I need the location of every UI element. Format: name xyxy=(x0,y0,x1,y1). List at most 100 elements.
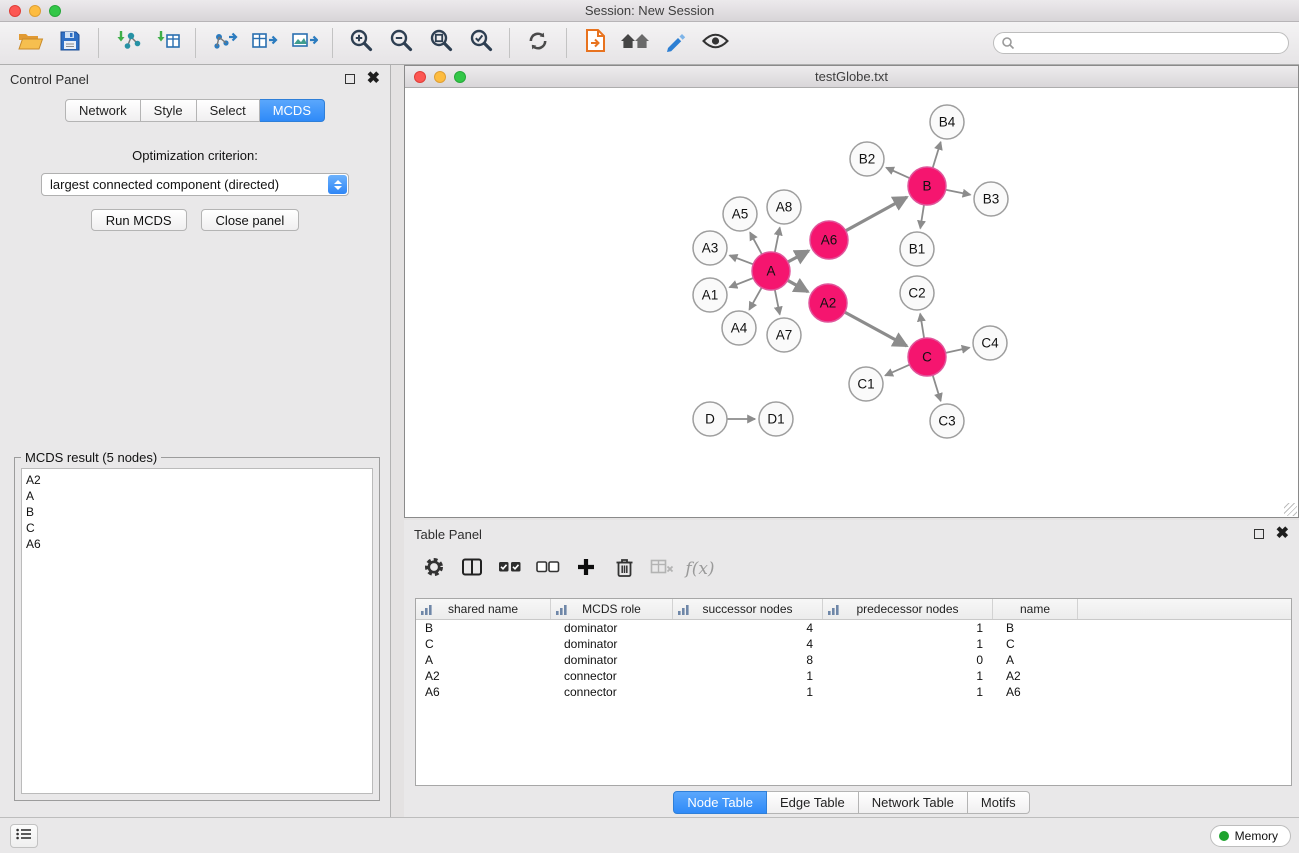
zoom-out-button[interactable] xyxy=(381,25,421,61)
graph-edge-B-B2[interactable] xyxy=(886,168,910,179)
open-session-button[interactable] xyxy=(10,25,50,61)
zoom-selected-button[interactable] xyxy=(461,25,501,61)
open-document-button[interactable] xyxy=(575,25,615,61)
table-row[interactable]: C dominator 4 1 C xyxy=(416,636,1291,652)
graph-node-C2[interactable]: C2 xyxy=(900,276,934,310)
export-image-button[interactable] xyxy=(284,25,324,61)
graph-node-B3[interactable]: B3 xyxy=(974,182,1008,216)
graph-node-C1[interactable]: C1 xyxy=(849,367,883,401)
add-row-button[interactable] xyxy=(570,554,602,584)
list-item[interactable]: C xyxy=(26,520,372,536)
tab-style[interactable]: Style xyxy=(141,99,197,122)
column-header-shared-name[interactable]: shared name xyxy=(416,599,551,619)
network-canvas[interactable]: B4B2BB3A5A8A6B1A3AC2A1A2A4A7C4CC1C3DD1 xyxy=(405,88,1298,517)
column-header-name[interactable]: name xyxy=(993,599,1078,619)
graph-node-B4[interactable]: B4 xyxy=(930,105,964,139)
criterion-dropdown[interactable]: largest connected component (directed) xyxy=(41,173,349,196)
import-network-button[interactable] xyxy=(107,25,147,61)
graph-edge-A-A3[interactable] xyxy=(730,255,754,264)
select-all-button[interactable] xyxy=(494,554,526,584)
delete-table-button[interactable] xyxy=(646,554,678,584)
graph-node-C[interactable]: C xyxy=(908,338,946,376)
graph-node-B2[interactable]: B2 xyxy=(850,142,884,176)
node-table[interactable]: shared name MCDS role successor nodes pr… xyxy=(415,598,1292,786)
graph-node-A[interactable]: A xyxy=(752,252,790,290)
refresh-button[interactable] xyxy=(518,25,558,61)
tab-node-table[interactable]: Node Table xyxy=(673,791,767,814)
tab-network-table[interactable]: Network Table xyxy=(859,791,968,814)
table-row[interactable]: A2 connector 1 1 A2 xyxy=(416,668,1291,684)
graph-node-A5[interactable]: A5 xyxy=(723,197,757,231)
column-header-mcds-role[interactable]: MCDS role xyxy=(551,599,673,619)
run-mcds-button[interactable]: Run MCDS xyxy=(91,209,187,231)
graph-edge-B-B4[interactable] xyxy=(933,142,941,168)
table-row[interactable]: A dominator 8 0 A xyxy=(416,652,1291,668)
tab-select[interactable]: Select xyxy=(197,99,260,122)
column-chooser-button[interactable] xyxy=(456,554,488,584)
graph-edge-B-B1[interactable] xyxy=(920,205,924,229)
graph-node-D1[interactable]: D1 xyxy=(759,402,793,436)
close-panel-button[interactable]: Close panel xyxy=(201,209,300,231)
graph-edge-A-A4[interactable] xyxy=(749,288,761,310)
graph-node-A6[interactable]: A6 xyxy=(810,221,848,259)
function-builder-button[interactable]: f(x) xyxy=(684,554,716,584)
export-network-button[interactable] xyxy=(204,25,244,61)
graph-node-A8[interactable]: A8 xyxy=(767,190,801,224)
graph-edge-C-C4[interactable] xyxy=(946,348,970,353)
close-table-panel-icon[interactable]: ✖ xyxy=(1276,529,1289,539)
graph-edge-A-A1[interactable] xyxy=(730,278,754,287)
list-item[interactable]: A xyxy=(26,488,372,504)
graph-node-C4[interactable]: C4 xyxy=(973,326,1007,360)
graph-edge-A-A6[interactable] xyxy=(788,251,809,262)
tab-motifs[interactable]: Motifs xyxy=(968,791,1030,814)
graph-node-A4[interactable]: A4 xyxy=(722,311,756,345)
delete-row-button[interactable] xyxy=(608,554,640,584)
graph-edge-A-A2[interactable] xyxy=(788,280,808,291)
float-table-panel-icon[interactable] xyxy=(1254,529,1264,539)
resize-grip[interactable] xyxy=(1284,503,1297,516)
zoom-in-button[interactable] xyxy=(341,25,381,61)
graph-edge-A-A5[interactable] xyxy=(750,232,762,254)
export-table-button[interactable] xyxy=(244,25,284,61)
deselect-all-button[interactable] xyxy=(532,554,564,584)
graph-node-A2[interactable]: A2 xyxy=(809,284,847,322)
graph-edge-A-A8[interactable] xyxy=(775,228,780,253)
graph-node-A1[interactable]: A1 xyxy=(693,278,727,312)
zoom-fit-button[interactable] xyxy=(421,25,461,61)
tab-edge-table[interactable]: Edge Table xyxy=(767,791,859,814)
graph-edge-C-C1[interactable] xyxy=(885,365,909,376)
table-settings-button[interactable] xyxy=(418,554,450,584)
search-input[interactable] xyxy=(993,32,1289,54)
list-item[interactable]: A6 xyxy=(26,536,372,552)
memory-button[interactable]: Memory xyxy=(1210,825,1291,847)
tab-network[interactable]: Network xyxy=(65,99,141,122)
graph-edge-A-A7[interactable] xyxy=(775,290,780,315)
table-row[interactable]: A6 connector 1 1 A6 xyxy=(416,684,1291,700)
table-row[interactable]: B dominator 4 1 B xyxy=(416,620,1291,636)
graph-node-D[interactable]: D xyxy=(693,402,727,436)
list-item[interactable]: A2 xyxy=(26,472,372,488)
graph-node-B1[interactable]: B1 xyxy=(900,232,934,266)
graph-node-A7[interactable]: A7 xyxy=(767,318,801,352)
graph-edge-A2-C[interactable] xyxy=(845,312,907,346)
column-header-predecessor-nodes[interactable]: predecessor nodes xyxy=(823,599,993,619)
graph-edge-B-B3[interactable] xyxy=(946,190,971,195)
mcds-result-list[interactable]: A2 A B C A6 xyxy=(21,468,373,794)
graph-edge-C-C3[interactable] xyxy=(933,375,941,401)
graph-node-B[interactable]: B xyxy=(908,167,946,205)
list-item[interactable]: B xyxy=(26,504,372,520)
close-panel-icon[interactable]: ✖ xyxy=(367,74,380,84)
annotate-button[interactable] xyxy=(655,25,695,61)
graph-edge-C-C2[interactable] xyxy=(920,314,924,339)
network-window-titlebar[interactable]: testGlobe.txt xyxy=(405,66,1298,88)
network-graph[interactable]: B4B2BB3A5A8A6B1A3AC2A1A2A4A7C4CC1C3DD1 xyxy=(405,88,1298,517)
tab-mcds[interactable]: MCDS xyxy=(260,99,325,122)
save-session-button[interactable] xyxy=(50,25,90,61)
column-header-successor-nodes[interactable]: successor nodes xyxy=(673,599,823,619)
task-history-button[interactable] xyxy=(10,824,38,848)
float-panel-icon[interactable] xyxy=(345,74,355,84)
show-hide-graphics-button[interactable] xyxy=(695,25,735,61)
import-table-button[interactable] xyxy=(147,25,187,61)
graph-node-C3[interactable]: C3 xyxy=(930,404,964,438)
graph-edge-A6-B[interactable] xyxy=(846,197,907,231)
